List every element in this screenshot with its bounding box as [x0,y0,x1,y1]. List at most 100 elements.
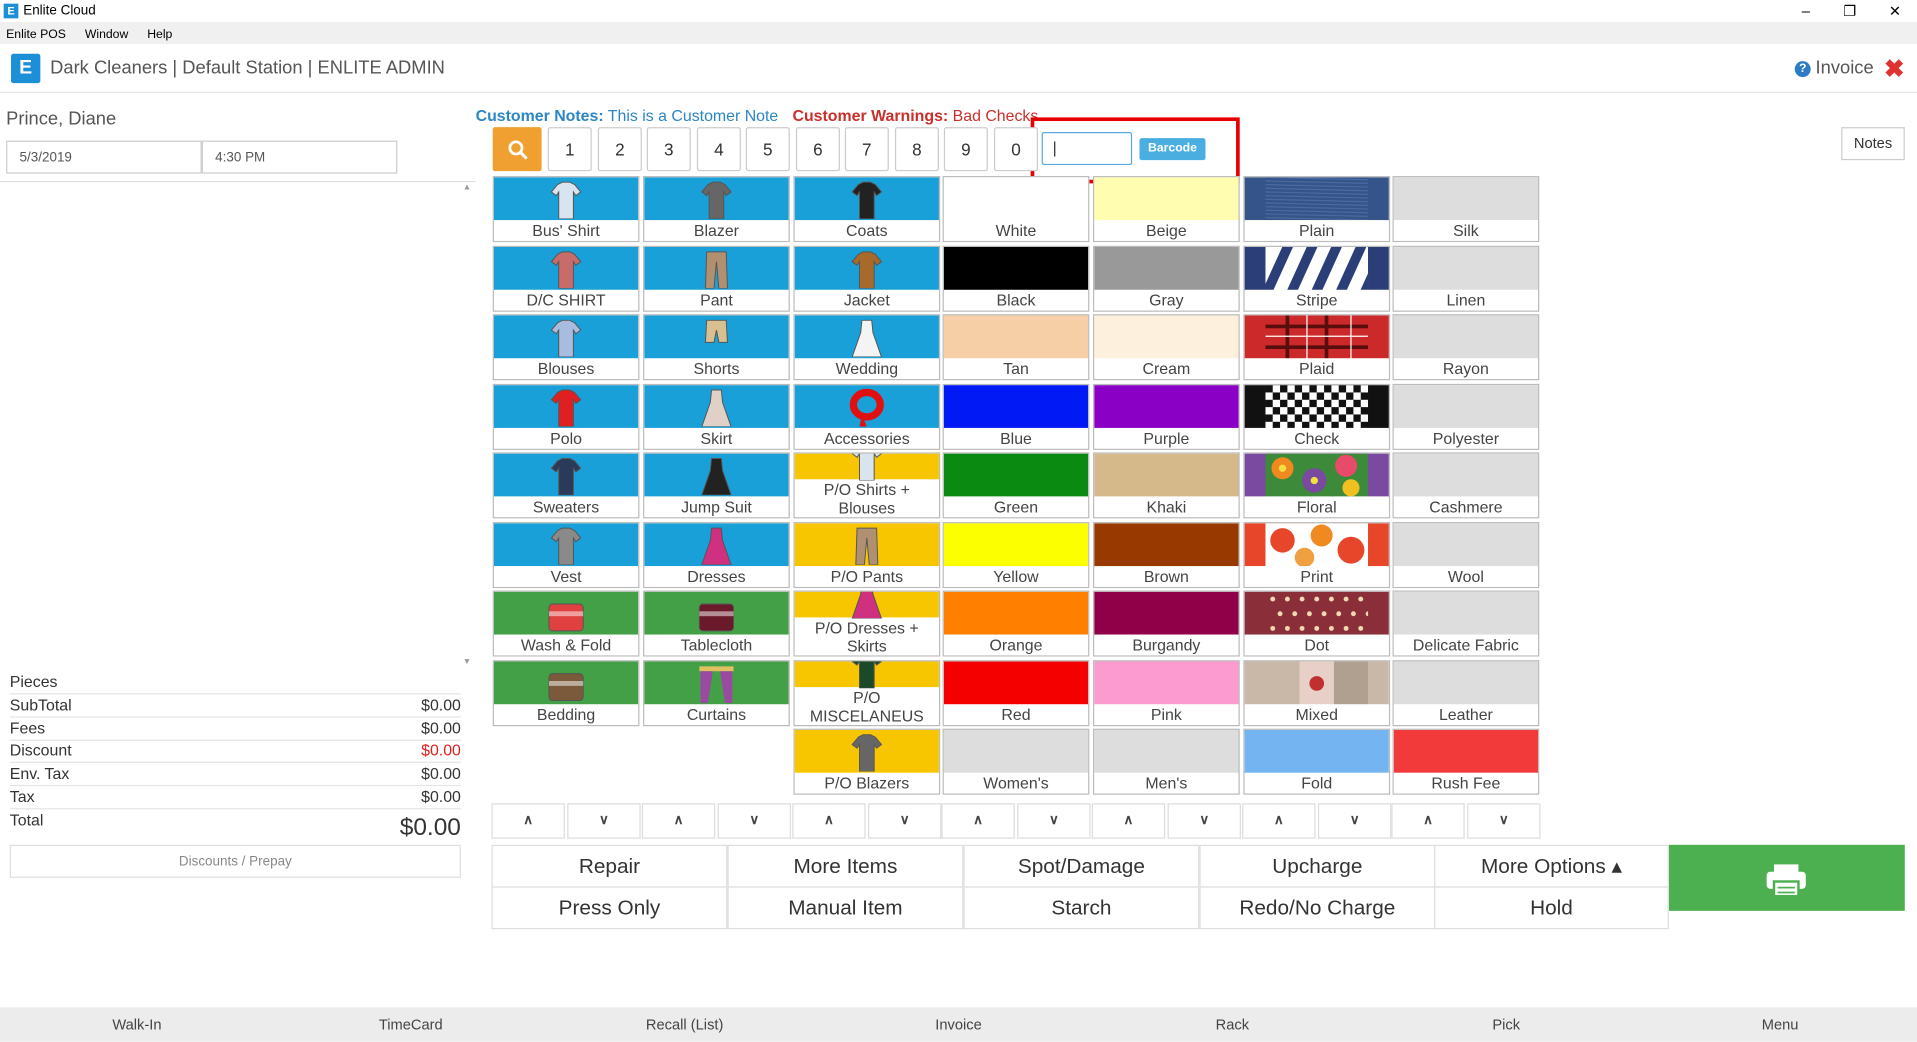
close-window-button[interactable]: ✕ [1877,1,1914,21]
column-3-up-arrow[interactable]: ∧ [792,803,866,839]
item-tile-delicate-fabric[interactable]: Delicate Fabric [1392,590,1540,657]
item-tile-beige[interactable]: Beige [1093,176,1240,243]
item-tile-stripe[interactable]: Stripe [1243,245,1391,312]
item-tile-bus-shirt[interactable]: Bus' Shirt [492,176,640,243]
item-tile-gray[interactable]: Gray [1093,245,1240,312]
item-tile-jump-suit[interactable]: Jump Suit [643,452,790,519]
keypad-key-9[interactable]: 9 [943,127,988,172]
action-manual-item-button[interactable]: Manual Item [727,886,964,930]
item-tile-cashmere[interactable]: Cashmere [1392,452,1540,519]
item-tile-pant[interactable]: Pant [643,245,790,312]
item-tile-purple[interactable]: Purple [1093,383,1240,450]
bottom-nav-timecard[interactable]: TimeCard [274,1016,548,1033]
item-tile-polyester[interactable]: Polyester [1392,383,1540,450]
item-tile-wool[interactable]: Wool [1392,522,1540,589]
item-tile-green[interactable]: Green [942,452,1090,519]
item-tile-wedding[interactable]: Wedding [793,314,941,381]
item-tile-plaid[interactable]: Plaid [1243,314,1391,381]
action-more-options-button[interactable]: More Options ▴ [1434,844,1669,888]
bottom-nav-menu[interactable]: Menu [1643,1016,1917,1033]
item-tile-linen[interactable]: Linen [1392,245,1540,312]
bottom-nav-invoice[interactable]: Invoice [822,1016,1096,1033]
item-tile-shorts[interactable]: Shorts [643,314,790,381]
time-field[interactable]: 4:30 PM [201,140,398,174]
keypad-key-5[interactable]: 5 [745,127,790,172]
keypad-key-6[interactable]: 6 [795,127,840,172]
item-tile-sweaters[interactable]: Sweaters [492,452,640,519]
bottom-nav-walk-in[interactable]: Walk-In [0,1016,274,1033]
item-tile-black[interactable]: Black [942,245,1090,312]
keypad-key-1[interactable]: 1 [547,127,592,172]
item-tile-dresses[interactable]: Dresses [643,522,790,589]
column-4-down-arrow[interactable]: ∨ [1017,803,1091,839]
item-tile-polo[interactable]: Polo [492,383,640,450]
item-tile-blue[interactable]: Blue [942,383,1090,450]
item-tile-blazer[interactable]: Blazer [643,176,790,243]
action-hold-button[interactable]: Hold [1434,886,1669,930]
close-invoice-icon[interactable]: ✖ [1884,54,1904,85]
date-field[interactable]: 5/3/2019 [6,140,202,174]
item-tile-p-o-miscelaneus[interactable]: P/O MISCELANEUS [793,660,941,727]
item-tile-skirt[interactable]: Skirt [643,383,790,450]
action-starch-button[interactable]: Starch [963,886,1200,930]
column-4-up-arrow[interactable]: ∧ [941,803,1015,839]
item-tile-yellow[interactable]: Yellow [942,522,1090,589]
item-tile-dot[interactable]: Dot [1243,590,1391,657]
discounts-prepay-button[interactable]: Discounts / Prepay [9,844,461,878]
item-tile-pink[interactable]: Pink [1093,660,1240,727]
item-tile-tan[interactable]: Tan [942,314,1090,381]
scroll-up-icon[interactable]: ▲ [461,183,473,192]
item-tile-tablecloth[interactable]: Tablecloth [643,590,790,657]
bottom-nav-rack[interactable]: Rack [1095,1016,1369,1033]
action-repair-button[interactable]: Repair [491,844,728,888]
keypad-key-3[interactable]: 3 [646,127,691,172]
item-tile-cream[interactable]: Cream [1093,314,1240,381]
keypad-key-0[interactable]: 0 [993,127,1038,172]
action-more-items-button[interactable]: More Items [727,844,964,888]
item-tile-burgandy[interactable]: Burgandy [1093,590,1240,657]
item-tile-orange[interactable]: Orange [942,590,1090,657]
item-tile-check[interactable]: Check [1243,383,1391,450]
item-tile-bedding[interactable]: Bedding [492,660,640,727]
column-3-down-arrow[interactable]: ∨ [868,803,942,839]
action-upcharge-button[interactable]: Upcharge [1199,844,1436,888]
item-tile-leather[interactable]: Leather [1392,660,1540,727]
minimize-button[interactable]: – [1787,1,1824,21]
item-tile-men-s[interactable]: Men's [1093,728,1240,795]
item-tile-plain[interactable]: Plain [1243,176,1391,243]
print-button[interactable] [1668,844,1905,911]
bottom-nav-recall-list[interactable]: Recall (List) [548,1016,822,1033]
bottom-nav-pick[interactable]: Pick [1369,1016,1643,1033]
item-tile-rayon[interactable]: Rayon [1392,314,1540,381]
item-tile-p-o-shirts-blouses[interactable]: P/O Shirts + Blouses [793,452,941,519]
keypad-key-7[interactable]: 7 [844,127,889,172]
column-2-up-arrow[interactable]: ∧ [641,803,716,839]
column-5-down-arrow[interactable]: ∨ [1167,803,1241,839]
item-tile-coats[interactable]: Coats [793,176,941,243]
item-tile-women-s[interactable]: Women's [942,728,1090,795]
column-7-up-arrow[interactable]: ∧ [1391,803,1465,839]
search-button[interactable] [492,127,542,172]
keypad-key-2[interactable]: 2 [597,127,642,172]
item-tile-silk[interactable]: Silk [1392,176,1540,243]
item-tile-rush-fee[interactable]: Rush Fee [1392,728,1540,795]
item-tile-vest[interactable]: Vest [492,522,640,589]
item-tile-floral[interactable]: Floral [1243,452,1391,519]
item-tile-brown[interactable]: Brown [1093,522,1240,589]
column-7-down-arrow[interactable]: ∨ [1467,803,1541,839]
item-tile-red[interactable]: Red [942,660,1090,727]
keypad-key-8[interactable]: 8 [894,127,939,172]
scroll-down-icon[interactable]: ▼ [461,658,473,667]
item-tile-white[interactable]: White [942,176,1090,243]
column-6-down-arrow[interactable]: ∨ [1317,803,1392,839]
column-2-down-arrow[interactable]: ∨ [717,803,792,839]
item-tile-blouses[interactable]: Blouses [492,314,640,381]
keypad-key-4[interactable]: 4 [696,127,741,172]
column-1-down-arrow[interactable]: ∨ [567,803,641,839]
item-tile-p-o-dresses-skirts[interactable]: P/O Dresses + Skirts [793,590,941,657]
item-tile-print[interactable]: Print [1243,522,1391,589]
action-press-only-button[interactable]: Press Only [491,886,728,930]
item-tile-wash-fold[interactable]: Wash & Fold [492,590,640,657]
column-5-up-arrow[interactable]: ∧ [1091,803,1166,839]
column-1-up-arrow[interactable]: ∧ [491,803,565,839]
